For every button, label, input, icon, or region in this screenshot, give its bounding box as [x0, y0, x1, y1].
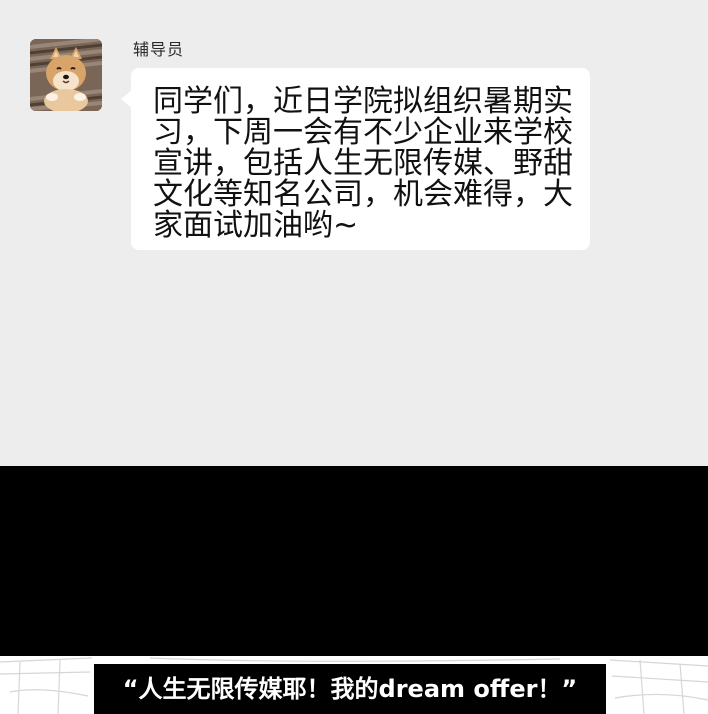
black-panel: [0, 466, 708, 656]
caption-box: “人生无限传媒耶！我的dream offer！”: [94, 664, 606, 714]
shiba-dog-icon: [30, 39, 102, 111]
avatar[interactable]: [30, 39, 102, 111]
message-bubble[interactable]: 同学们，近日学院拟组织暑期实习，下周一会有不少企业来学校宣讲，包括人生无限传媒、…: [131, 68, 590, 250]
caption-text: “人生无限传媒耶！我的dream offer！”: [122, 675, 578, 703]
chat-area: 辅导员 同学们，近日学院拟组织暑期实习，下周一会有不少企业来学校宣讲，包括人生无…: [0, 0, 708, 466]
message-text: 同学们，近日学院拟组织暑期实习，下周一会有不少企业来学校宣讲，包括人生无限传媒、…: [153, 84, 573, 243]
sender-name: 辅导员: [133, 40, 185, 59]
